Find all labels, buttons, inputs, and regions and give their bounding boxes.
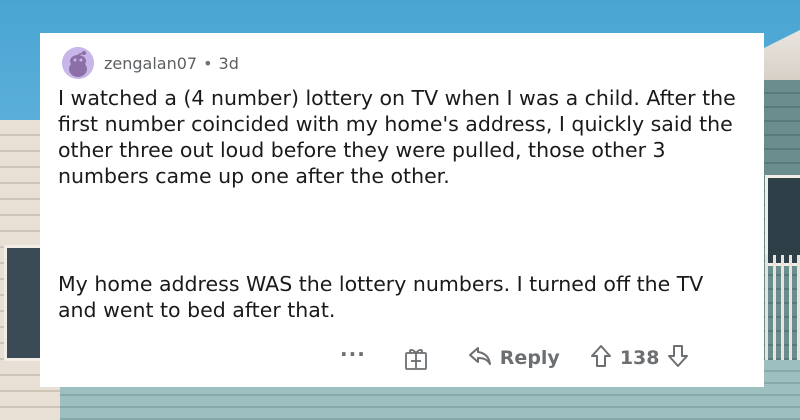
background-balcony [765,255,800,365]
downvote-arrow-icon[interactable] [667,344,689,372]
comment-paragraph-2: My home address WAS the lottery numbers.… [58,272,704,322]
comment-card: zengalan07 • 3d I watched a (4 number) l… [40,33,764,387]
comment-age: 3d [218,53,239,73]
vote-controls: 138 [590,344,690,372]
comment-actions: ··· Reply 138 [340,341,689,375]
username-link[interactable]: zengalan07 [104,54,197,73]
comment-paragraph-1: I watched a (4 number) lottery on TV whe… [58,86,736,188]
background-window-right [765,175,800,266]
more-options-button[interactable]: ··· [340,344,366,367]
comment-header: zengalan07 • 3d [62,45,239,81]
upvote-arrow-icon[interactable] [590,344,612,372]
reply-arrow-icon [468,345,492,371]
reply-button[interactable]: Reply [468,345,560,371]
gift-box-icon[interactable] [402,344,430,372]
meta-separator: • [203,53,213,73]
reply-label: Reply [499,347,560,369]
vote-count: 138 [619,347,660,369]
snoo-avatar-icon[interactable] [62,47,94,79]
